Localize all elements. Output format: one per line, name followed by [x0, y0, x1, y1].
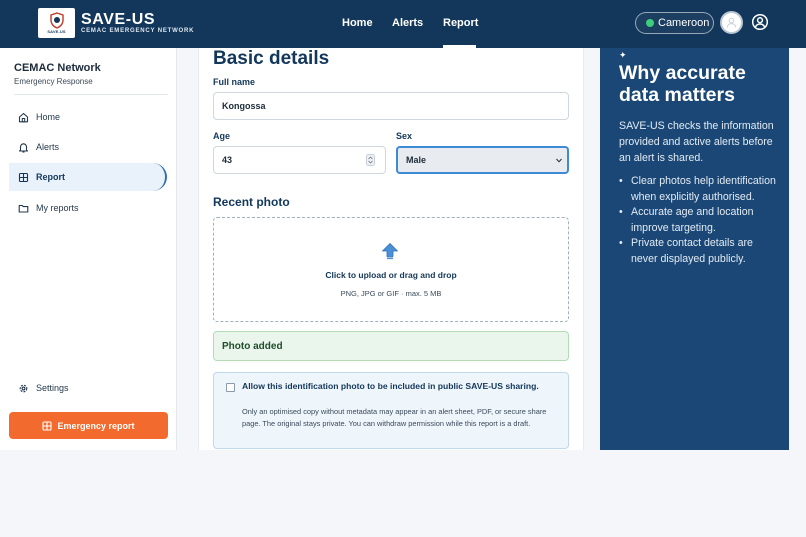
- upload-arrow-icon: [382, 243, 398, 260]
- full-name-input[interactable]: [213, 92, 569, 120]
- brand-title: SAVE-US: [81, 11, 156, 28]
- avatar[interactable]: [720, 11, 743, 34]
- nav-alerts[interactable]: Alerts: [392, 16, 423, 30]
- full-name-label: Full name: [213, 77, 256, 87]
- list-item: Clear photos help identification when ex…: [619, 174, 779, 205]
- emergency-report-button[interactable]: Emergency report: [9, 412, 168, 439]
- user-avatar-icon: [726, 17, 737, 28]
- sidebar-item-alerts[interactable]: Alerts: [9, 133, 167, 161]
- sidebar-item-label: Home: [36, 112, 61, 122]
- sidebar-divider: [14, 94, 168, 95]
- grid-icon: [18, 172, 29, 183]
- age-label: Age: [213, 131, 231, 141]
- info-bullet-list: Clear photos help identification when ex…: [619, 174, 779, 268]
- emergency-report-label: Emergency report: [57, 420, 135, 431]
- list-item: Accurate age and location improve target…: [619, 205, 779, 236]
- nav-home[interactable]: Home: [342, 16, 373, 30]
- upload-constraints: PNG, JPG or GIF · max. 5 MB: [340, 289, 442, 298]
- age-input[interactable]: [213, 146, 386, 174]
- sex-select[interactable]: Male: [396, 146, 569, 174]
- brand-logo[interactable]: SAVE-US: [38, 8, 75, 38]
- bell-icon: [18, 142, 29, 153]
- sex-label: Sex: [396, 131, 413, 141]
- gear-icon: [18, 383, 29, 394]
- sidebar: CEMAC Network Emergency Response Home Al…: [0, 48, 177, 450]
- country-label: Cameroon: [658, 17, 710, 29]
- sidebar-item-label: Settings: [36, 383, 69, 393]
- photo-added-notice: Photo added: [213, 331, 569, 361]
- shield-logo-icon: [49, 12, 64, 29]
- account-circle-icon[interactable]: [751, 13, 769, 31]
- consent-title[interactable]: Allow this identification photo to be in…: [242, 381, 552, 392]
- nav-report[interactable]: Report: [443, 16, 478, 30]
- sidebar-item-label: Alerts: [36, 142, 60, 152]
- sidebar-item-my-reports[interactable]: My reports: [9, 194, 167, 222]
- org-name: CEMAC Network: [14, 62, 101, 74]
- info-title: Why accurate data matters: [619, 62, 746, 106]
- upload-instructions: Click to upload or drag and drop: [325, 270, 457, 280]
- info-paragraph: SAVE-US checks the information provided …: [619, 120, 774, 164]
- consent-checkbox[interactable]: [226, 383, 235, 392]
- folder-icon: [18, 203, 29, 214]
- org-subtitle: Emergency Response: [14, 77, 93, 86]
- sidebar-item-home[interactable]: Home: [9, 103, 167, 131]
- logo-text: SAVE-US: [47, 29, 66, 34]
- brand-subtitle: CEMAC EMERGENCY NETWORK: [81, 28, 195, 34]
- sidebar-item-report[interactable]: Report: [9, 163, 167, 191]
- top-bar: SAVE-US SAVE-US CEMAC EMERGENCY NETWORK …: [0, 0, 806, 48]
- home-icon: [18, 112, 29, 123]
- status-dot: [646, 19, 654, 27]
- sex-select-value: Male: [406, 155, 427, 165]
- sidebar-item-label: Report: [36, 172, 65, 182]
- section-title: Basic details: [213, 48, 330, 69]
- consent-description: Only an optimised copy without metadata …: [242, 407, 547, 428]
- country-selector[interactable]: Cameroon: [635, 12, 714, 34]
- stepper-arrows-icon[interactable]: [366, 154, 375, 166]
- grid-icon: [42, 420, 53, 431]
- list-item: Private contact details are never displa…: [619, 236, 779, 267]
- sidebar-item-settings[interactable]: Settings: [9, 374, 167, 402]
- photo-section-title: Recent photo: [213, 195, 290, 209]
- chevron-down-icon: [556, 158, 562, 163]
- sidebar-item-label: My reports: [36, 203, 79, 213]
- sparkle-icon: ✦: [619, 50, 627, 60]
